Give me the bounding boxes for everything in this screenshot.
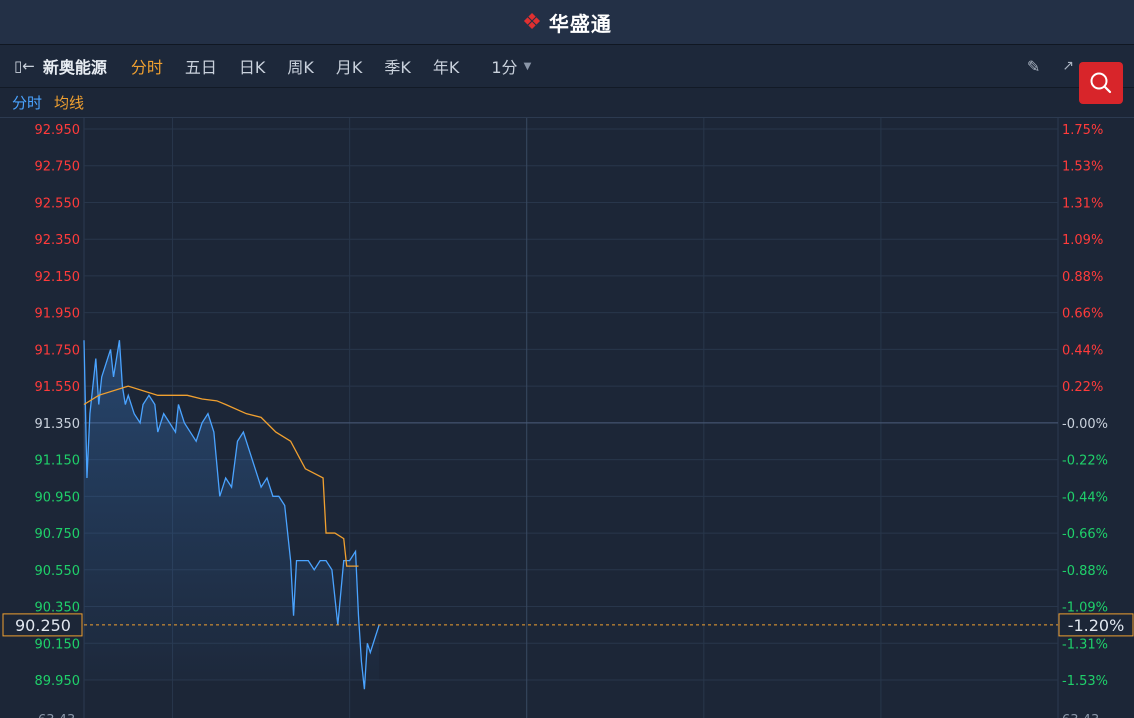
pct-tick-label: 0.66% <box>1062 307 1103 322</box>
y-tick-label: 90.150 <box>35 637 81 652</box>
y-tick-label: 91.550 <box>35 380 81 395</box>
pct-tick-label: 1.09% <box>1062 233 1103 248</box>
y-tick-label: 92.750 <box>35 160 81 175</box>
pct-tick-label: 0.88% <box>1062 270 1103 285</box>
pct-tick-label: 0.22% <box>1062 380 1103 395</box>
y-tick-label: 92.350 <box>35 233 81 248</box>
bottom-left-partial-label: 63.43 <box>38 713 75 718</box>
y-tick-label: 90.750 <box>35 527 81 542</box>
current-price-label: 90.250 <box>15 616 71 635</box>
pct-tick-label: -0.88% <box>1062 564 1108 579</box>
current-change-label: -1.20% <box>1068 616 1125 635</box>
price-area <box>84 340 380 690</box>
y-tick-label: 91.750 <box>35 343 81 358</box>
pct-tick-label: -0.22% <box>1062 454 1108 469</box>
y-tick-label: 92.950 <box>35 123 81 138</box>
pct-tick-label: 0.44% <box>1062 343 1103 358</box>
pct-tick-label: -0.00% <box>1062 417 1108 432</box>
y-tick-label: 90.950 <box>35 490 81 505</box>
bottom-right-partial-label: 63.43 <box>1062 713 1099 718</box>
y-tick-label: 90.550 <box>35 564 81 579</box>
y-tick-label: 92.550 <box>35 196 81 211</box>
y-tick-label: 91.350 <box>35 417 81 432</box>
time-share-chart: 92.950 1.75% 92.750 1.53% 92.550 1.31% 92.350 1… <box>2 118 1134 718</box>
y-tick-label: 89.950 <box>35 674 81 689</box>
y-tick-label: 90.350 <box>35 601 81 616</box>
pct-tick-label: -0.44% <box>1062 490 1108 505</box>
y-tick-label: 91.950 <box>35 307 81 322</box>
pct-tick-label: 1.53% <box>1062 160 1103 175</box>
pct-tick-label: -1.09% <box>1062 601 1108 616</box>
y-tick-label: 91.150 <box>35 454 81 469</box>
pct-tick-label: -0.66% <box>1062 527 1108 542</box>
pct-tick-label: -1.31% <box>1062 637 1108 652</box>
pct-tick-label: 1.31% <box>1062 196 1103 211</box>
pct-tick-label: 1.75% <box>1062 123 1103 138</box>
y-tick-label: 92.150 <box>35 270 81 285</box>
pct-tick-label: -1.53% <box>1062 674 1108 689</box>
